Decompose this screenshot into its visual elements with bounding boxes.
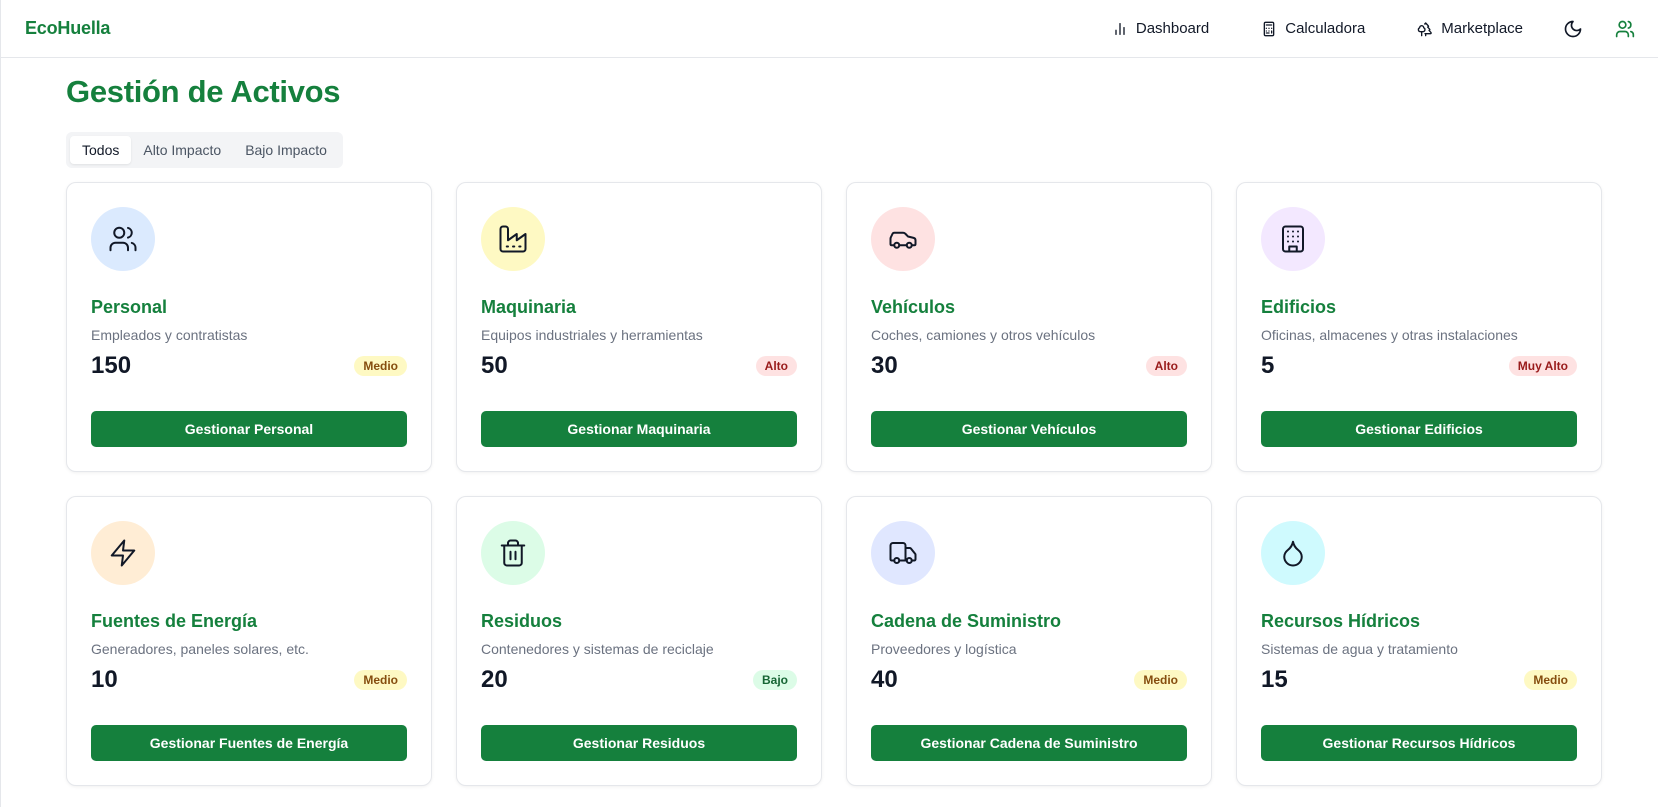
zap-icon (110, 539, 136, 567)
card-icon-circle (1261, 207, 1325, 271)
card-stats-row: 150 Medio (91, 351, 407, 381)
droplet-icon (1283, 540, 1303, 567)
manage-maquinaria-button[interactable]: Gestionar Maquinaria (481, 411, 797, 447)
tab-alto-impacto[interactable]: Alto Impacto (131, 136, 233, 164)
nav-calculadora-label: Calculadora (1285, 20, 1366, 37)
page-title: Gestión de Activos (66, 74, 341, 109)
nav-dashboard[interactable]: Dashboard (1112, 20, 1209, 37)
main-content: Gestión de Activos Todos Alto Impacto Ba… (66, 58, 1606, 786)
card-stats-row: 30 Alto (871, 351, 1187, 381)
card-stats-row: 50 Alto (481, 351, 797, 381)
manage-residuos-button[interactable]: Gestionar Residuos (481, 725, 797, 761)
truck-icon (889, 542, 917, 564)
users-icon (1615, 20, 1635, 37)
theme-toggle-button[interactable] (1563, 19, 1583, 39)
impact-badge: Muy Alto (1508, 356, 1577, 376)
tab-bajo-impacto[interactable]: Bajo Impacto (233, 136, 339, 164)
impact-badge: Bajo (752, 670, 797, 690)
asset-card-maquinaria: Maquinaria Equipos industriales y herram… (456, 182, 822, 472)
asset-grid: Personal Empleados y contratistas 150 Me… (66, 182, 1602, 786)
card-count: 150 (91, 352, 132, 379)
card-count: 5 (1261, 352, 1275, 379)
card-stats-row: 20 Bajo (481, 665, 797, 695)
card-title: Residuos (481, 611, 563, 631)
asset-card-personal: Personal Empleados y contratistas 150 Me… (66, 182, 432, 472)
calculator-icon (1263, 21, 1275, 36)
card-count: 40 (871, 666, 898, 693)
user-menu-button[interactable] (1615, 19, 1635, 39)
building-icon (1282, 225, 1304, 253)
card-title: Edificios (1261, 297, 1337, 317)
asset-card-cadena-suministro: Cadena de Suministro Proveedores y logís… (846, 496, 1212, 786)
card-title: Recursos Hídricos (1261, 611, 1421, 631)
nav-calculadora[interactable]: Calculadora (1261, 20, 1365, 37)
nav-marketplace-label: Marketplace (1441, 20, 1523, 37)
card-count: 50 (481, 352, 508, 379)
car-icon (889, 231, 917, 249)
tab-todos[interactable]: Todos (70, 136, 132, 164)
card-stats-row: 15 Medio (1261, 665, 1577, 695)
card-icon-circle (481, 521, 545, 585)
card-title: Personal (91, 297, 168, 317)
manage-cadena-suministro-button[interactable]: Gestionar Cadena de Suministro (871, 725, 1187, 761)
manage-fuentes-energia-button[interactable]: Gestionar Fuentes de Energía (91, 725, 407, 761)
nav-marketplace[interactable]: Marketplace (1417, 20, 1523, 37)
card-count: 10 (91, 666, 118, 693)
brand-logo[interactable]: EcoHuella (25, 18, 110, 39)
card-description: Generadores, paneles solares, etc. (91, 641, 309, 657)
top-navigation-bar: EcoHuella Dashboard Calculadora Marketpl… (1, 0, 1658, 58)
card-icon-circle (1261, 521, 1325, 585)
asset-card-vehiculos: Vehículos Coches, camiones y otros vehíc… (846, 182, 1212, 472)
asset-card-edificios: Edificios Oficinas, almacenes y otras in… (1236, 182, 1602, 472)
moon-icon (1564, 20, 1582, 37)
card-title: Maquinaria (481, 297, 577, 317)
manage-personal-button[interactable]: Gestionar Personal (91, 411, 407, 447)
card-description: Oficinas, almacenes y otras instalacione… (1261, 327, 1518, 343)
impact-badge: Medio (354, 356, 407, 376)
card-icon-circle (91, 207, 155, 271)
card-description: Contenedores y sistemas de reciclaje (481, 641, 714, 657)
card-title: Fuentes de Energía (91, 611, 258, 631)
trash-icon (500, 539, 526, 567)
bar-chart-icon (1115, 22, 1125, 35)
impact-badge: Alto (755, 356, 797, 376)
main-nav: Dashboard Calculadora Marketplace (1060, 19, 1635, 39)
manage-edificios-button[interactable]: Gestionar Edificios (1261, 411, 1577, 447)
asset-card-fuentes-energia: Fuentes de Energía Generadores, paneles … (66, 496, 432, 786)
card-icon-circle (481, 207, 545, 271)
nav-dashboard-label: Dashboard (1135, 20, 1210, 37)
manage-vehiculos-button[interactable]: Gestionar Vehículos (871, 411, 1187, 447)
card-description: Proveedores y logística (871, 641, 1017, 657)
asset-card-residuos: Residuos Contenedores y sistemas de reci… (456, 496, 822, 786)
card-stats-row: 5 Muy Alto (1261, 351, 1577, 381)
card-count: 30 (871, 352, 898, 379)
factory-icon (499, 225, 527, 253)
users-icon (109, 226, 137, 252)
impact-badge: Medio (1524, 670, 1577, 690)
card-count: 15 (1261, 666, 1288, 693)
asset-card-recursos-hidricos: Recursos Hídricos Sistemas de agua y tra… (1236, 496, 1602, 786)
card-description: Sistemas de agua y tratamiento (1261, 641, 1458, 657)
impact-badge: Medio (354, 670, 407, 690)
impact-badge: Alto (1145, 356, 1187, 376)
manage-recursos-hidricos-button[interactable]: Gestionar Recursos Hídricos (1261, 725, 1577, 761)
card-description: Empleados y contratistas (91, 327, 248, 343)
card-stats-row: 40 Medio (871, 665, 1187, 695)
card-icon-circle (871, 207, 935, 271)
card-description: Equipos industriales y herramientas (481, 327, 703, 343)
card-description: Coches, camiones y otros vehículos (871, 327, 1096, 343)
card-title: Cadena de Suministro (871, 611, 1062, 631)
card-title: Vehículos (871, 297, 956, 317)
card-count: 20 (481, 666, 508, 693)
card-stats-row: 10 Medio (91, 665, 407, 695)
filter-tabs: Todos Alto Impacto Bajo Impacto (66, 132, 343, 168)
trees-icon (1418, 21, 1433, 36)
impact-badge: Medio (1134, 670, 1187, 690)
card-icon-circle (91, 521, 155, 585)
card-icon-circle (871, 521, 935, 585)
